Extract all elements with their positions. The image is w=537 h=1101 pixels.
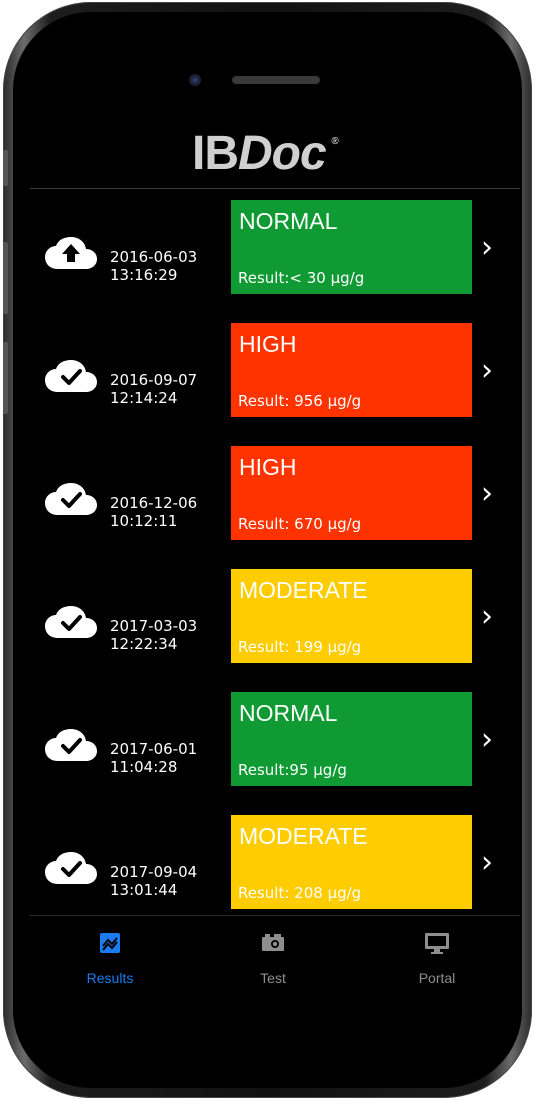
ibdoc-logo: IBDoc ® xyxy=(192,126,339,181)
result-timestamp: 2017-03-03 12:22:34 xyxy=(110,617,197,653)
chevron-right-icon[interactable]: › xyxy=(481,479,493,509)
result-time: 11:04:28 xyxy=(110,758,178,776)
tab-test[interactable]: Test xyxy=(213,916,333,992)
result-timestamp: 2016-06-03 13:16:29 xyxy=(110,248,197,284)
result-status-label: NORMAL xyxy=(239,700,338,726)
chevron-right-icon[interactable]: › xyxy=(481,233,493,263)
app-screen: IBDoc ® 2016-06-03 13:16:29 NORMAL Result:<… xyxy=(30,118,520,992)
result-row[interactable]: 2017-06-01 11:04:28 NORMAL Result:95 µg/g › xyxy=(30,692,520,786)
result-value: Result: 208 µg/g xyxy=(238,884,362,902)
volume-up-button xyxy=(3,242,8,314)
result-date: 2017-09-04 xyxy=(110,863,198,881)
result-date: 2016-09-07 xyxy=(110,371,198,389)
result-value: Result:95 µg/g xyxy=(238,761,347,779)
logo-ib-text: IB xyxy=(192,127,239,180)
cloud-check-icon xyxy=(44,359,98,393)
chevron-right-icon[interactable]: › xyxy=(481,602,493,632)
chevron-right-icon[interactable]: › xyxy=(481,356,493,386)
result-status-label: MODERATE xyxy=(239,823,368,849)
result-row[interactable]: 2016-09-07 12:14:24 HIGH Result: 956 µg/g › xyxy=(30,323,520,417)
result-row[interactable]: 2017-03-03 12:22:34 MODERATE Result: 199 µg… xyxy=(30,569,520,663)
result-time: 10:12:11 xyxy=(110,512,178,530)
result-value: Result:< 30 µg/g xyxy=(238,269,365,287)
cloud-check-icon xyxy=(44,728,98,762)
result-status-card[interactable]: MODERATE Result: 208 µg/g xyxy=(231,815,472,909)
volume-down-button xyxy=(3,342,8,414)
result-date: 2017-03-03 xyxy=(110,617,198,635)
cloud-check-icon xyxy=(44,482,98,516)
result-time: 12:14:24 xyxy=(110,389,178,407)
registered-mark: ® xyxy=(331,136,338,147)
tab-test-label: Test xyxy=(260,970,286,986)
result-row[interactable]: 2017-09-04 13:01:44 MODERATE Result: 208 µg… xyxy=(30,815,520,909)
result-value: Result: 670 µg/g xyxy=(238,515,362,533)
cloud-upload-icon xyxy=(44,236,98,270)
result-date: 2016-12-06 xyxy=(110,494,198,512)
result-status-card[interactable]: MODERATE Result: 199 µg/g xyxy=(231,569,472,663)
result-timestamp: 2016-09-07 12:14:24 xyxy=(110,371,197,407)
result-status-label: HIGH xyxy=(239,454,297,480)
result-status-label: HIGH xyxy=(239,331,297,357)
chevron-right-icon[interactable]: › xyxy=(481,848,493,878)
result-status-card[interactable]: HIGH Result: 956 µg/g xyxy=(231,323,472,417)
result-timestamp: 2017-06-01 11:04:28 xyxy=(110,740,197,776)
front-camera xyxy=(189,74,201,86)
result-time: 13:16:29 xyxy=(110,266,178,284)
chevron-right-icon[interactable]: › xyxy=(481,725,493,755)
result-time: 12:22:34 xyxy=(110,635,178,653)
tab-portal-label: Portal xyxy=(418,970,456,986)
result-row[interactable]: 2016-06-03 13:16:29 NORMAL Result:< 30 µg/g… xyxy=(30,200,520,294)
earpiece-speaker xyxy=(232,76,320,84)
result-status-label: NORMAL xyxy=(239,208,338,234)
result-timestamp: 2017-09-04 13:01:44 xyxy=(110,863,197,899)
result-value: Result: 199 µg/g xyxy=(238,638,362,656)
result-row[interactable]: 2016-12-06 10:12:11 HIGH Result: 670 µg/g › xyxy=(30,446,520,540)
mute-switch xyxy=(3,150,8,186)
result-status-card[interactable]: NORMAL Result:95 µg/g xyxy=(231,692,472,786)
monitor-icon xyxy=(425,933,449,954)
tab-bar: Results Test Portal xyxy=(30,915,520,992)
cloud-check-icon xyxy=(44,851,98,885)
result-value: Result: 956 µg/g xyxy=(238,392,362,410)
result-status-card[interactable]: HIGH Result: 670 µg/g xyxy=(231,446,472,540)
app-header: IBDoc ® xyxy=(30,118,520,189)
result-time: 13:01:44 xyxy=(110,881,178,899)
camera-icon xyxy=(262,934,284,951)
chart-icon xyxy=(100,933,120,953)
result-timestamp: 2016-12-06 10:12:11 xyxy=(110,494,197,530)
logo-doc-text: Doc xyxy=(238,127,327,180)
tab-results[interactable]: Results xyxy=(50,916,170,992)
tab-results-label: Results xyxy=(86,970,134,986)
result-status-card[interactable]: NORMAL Result:< 30 µg/g xyxy=(231,200,472,294)
result-date: 2016-06-03 xyxy=(110,248,198,266)
result-date: 2017-06-01 xyxy=(110,740,198,758)
result-status-label: MODERATE xyxy=(239,577,368,603)
tab-portal[interactable]: Portal xyxy=(377,916,497,992)
cloud-check-icon xyxy=(44,605,98,639)
